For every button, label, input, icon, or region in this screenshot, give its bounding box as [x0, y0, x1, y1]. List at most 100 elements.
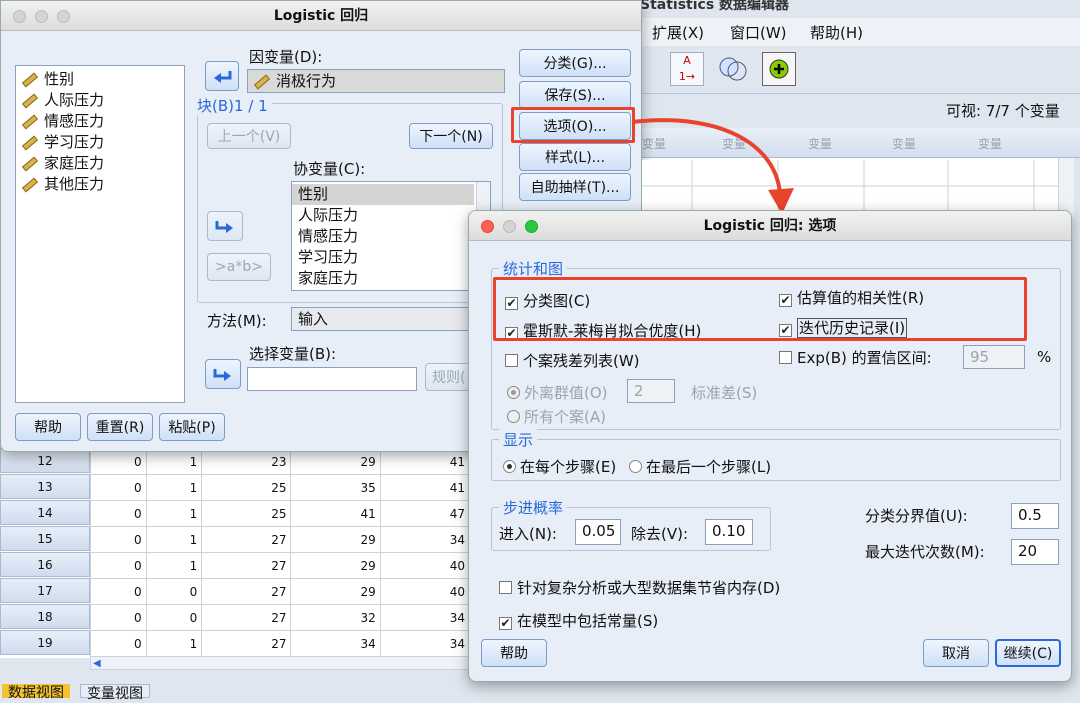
cell[interactable]: 34: [290, 630, 381, 657]
table-row[interactable]: 0 0 27 29 40: [90, 578, 471, 605]
list-item[interactable]: 学习压力: [292, 247, 490, 268]
tab-data-view[interactable]: 数据视图: [2, 684, 70, 701]
cell[interactable]: 27: [201, 552, 292, 579]
cancel-button[interactable]: 取消: [923, 639, 989, 667]
list-item[interactable]: 情感压力: [292, 226, 490, 247]
cell[interactable]: 0: [90, 448, 147, 475]
cell[interactable]: 0: [90, 526, 147, 553]
categorical-button[interactable]: 分类(G)...: [519, 49, 631, 77]
menu-extensions[interactable]: 扩展(X): [652, 22, 704, 43]
next-block-button[interactable]: 下一个(N): [409, 123, 493, 149]
radio-selected[interactable]: [507, 386, 520, 399]
options-help-button[interactable]: 帮助: [481, 639, 547, 667]
maxiter-input[interactable]: 20: [1011, 539, 1059, 565]
col-header[interactable]: 变量: [892, 135, 916, 152]
move-dependent-button[interactable]: [205, 61, 239, 91]
cell[interactable]: 34: [379, 630, 471, 657]
zoom-icon[interactable]: [57, 10, 70, 23]
cell[interactable]: 41: [290, 500, 381, 527]
scroll-left-arrow-icon[interactable]: ◀: [93, 658, 101, 669]
list-item[interactable]: 性别: [16, 69, 184, 90]
list-item[interactable]: 家庭压力: [292, 268, 490, 289]
cutoff-input[interactable]: 0.5: [1011, 503, 1059, 529]
table-row[interactable]: 0 1 27 34 34: [90, 630, 471, 657]
radio-unselected[interactable]: [507, 410, 520, 423]
move-selection-button[interactable]: [205, 359, 241, 389]
casewise-checkbox[interactable]: 个案残差列表(W): [505, 350, 640, 371]
list-item[interactable]: 其他压力: [16, 174, 184, 195]
cell[interactable]: 35: [290, 474, 381, 501]
outliers-radio[interactable]: 外离群值(O): [507, 382, 608, 403]
list-item[interactable]: 学习压力: [16, 132, 184, 153]
cell[interactable]: 27: [201, 630, 292, 657]
cell[interactable]: 29: [290, 578, 381, 605]
all-cases-radio[interactable]: 所有个案(A): [507, 406, 606, 427]
cell[interactable]: 27: [201, 604, 292, 631]
help-button[interactable]: 帮助: [15, 413, 81, 441]
outliers-input[interactable]: 2: [627, 379, 675, 403]
list-item[interactable]: 性别: [292, 184, 474, 205]
bootstrap-button[interactable]: 自助抽样(T)...: [519, 173, 631, 201]
list-item[interactable]: 家庭压力: [16, 153, 184, 174]
table-row[interactable]: 0 0 27 32 34: [90, 604, 471, 631]
menu-help[interactable]: 帮助(H): [810, 22, 863, 43]
ci-checkbox[interactable]: Exp(B) 的置信区间:: [779, 347, 932, 368]
horizontal-scrollbar[interactable]: ◀: [90, 656, 470, 670]
source-variable-list[interactable]: 性别 人际压力 情感压力 学习压力 家庭压力 其他压力: [15, 65, 185, 403]
menu-window[interactable]: 窗口(W): [730, 22, 787, 43]
style-button[interactable]: 样式(L)...: [519, 143, 631, 171]
removal-input[interactable]: 0.10: [705, 519, 753, 545]
dependent-field[interactable]: 消极行为: [247, 69, 505, 93]
cell[interactable]: 0: [145, 578, 203, 605]
table-row[interactable]: 0 1 27 29 40: [90, 552, 471, 579]
close-icon[interactable]: [481, 220, 494, 233]
selection-field[interactable]: [247, 367, 417, 391]
cell[interactable]: 1: [145, 500, 203, 527]
sets-icon[interactable]: [716, 52, 750, 86]
paste-button[interactable]: 粘贴(P): [159, 413, 225, 441]
cell[interactable]: 0: [90, 604, 147, 631]
interaction-button[interactable]: >a*b>: [207, 253, 271, 281]
cell[interactable]: 27: [201, 578, 292, 605]
zoom-icon[interactable]: [525, 220, 538, 233]
checkbox-unchecked[interactable]: [779, 351, 792, 364]
radio-selected[interactable]: [503, 460, 516, 473]
reset-button[interactable]: 重置(R): [87, 413, 153, 441]
list-item[interactable]: 人际压力: [292, 205, 490, 226]
checkbox-checked[interactable]: ✔: [499, 617, 512, 630]
table-row[interactable]: 0 1 25 41 47: [90, 500, 471, 527]
add-icon[interactable]: [762, 52, 796, 86]
cell[interactable]: 0: [90, 552, 147, 579]
move-covariate-button[interactable]: [207, 211, 243, 241]
row-number[interactable]: 15: [0, 526, 90, 551]
cell[interactable]: 0: [90, 474, 147, 501]
cell[interactable]: 25: [201, 500, 292, 527]
ci-input[interactable]: 95: [963, 345, 1025, 369]
vertical-scrollbar[interactable]: [1058, 158, 1074, 218]
each-step-radio[interactable]: 在每个步骤(E): [503, 456, 616, 477]
table-row[interactable]: 0 1 27 29 34: [90, 526, 471, 553]
continue-button[interactable]: 继续(C): [995, 639, 1061, 667]
col-header[interactable]: 变量: [978, 135, 1002, 152]
list-item[interactable]: 情感压力: [16, 111, 184, 132]
minimize-icon[interactable]: [35, 10, 48, 23]
radio-unselected[interactable]: [629, 460, 642, 473]
row-number[interactable]: 19: [0, 630, 90, 655]
cell[interactable]: 25: [201, 474, 292, 501]
cell[interactable]: 0: [90, 578, 147, 605]
cell[interactable]: 0: [90, 500, 147, 527]
cell[interactable]: 41: [379, 448, 471, 475]
value-labels-icon[interactable]: A 1→: [670, 52, 704, 86]
row-number[interactable]: 17: [0, 578, 90, 603]
cell[interactable]: 29: [290, 526, 381, 553]
method-select[interactable]: 输入: [291, 307, 481, 331]
cell[interactable]: 32: [290, 604, 381, 631]
cell[interactable]: 29: [290, 448, 381, 475]
previous-block-button[interactable]: 上一个(V): [207, 123, 291, 149]
list-item[interactable]: 人际压力: [16, 90, 184, 111]
constant-checkbox[interactable]: ✔ 在模型中包括常量(S): [499, 610, 658, 631]
memory-checkbox[interactable]: 针对复杂分析或大型数据集节省内存(D): [499, 577, 780, 598]
cell[interactable]: 47: [379, 500, 471, 527]
cell[interactable]: 0: [145, 604, 203, 631]
cell[interactable]: 40: [379, 578, 471, 605]
